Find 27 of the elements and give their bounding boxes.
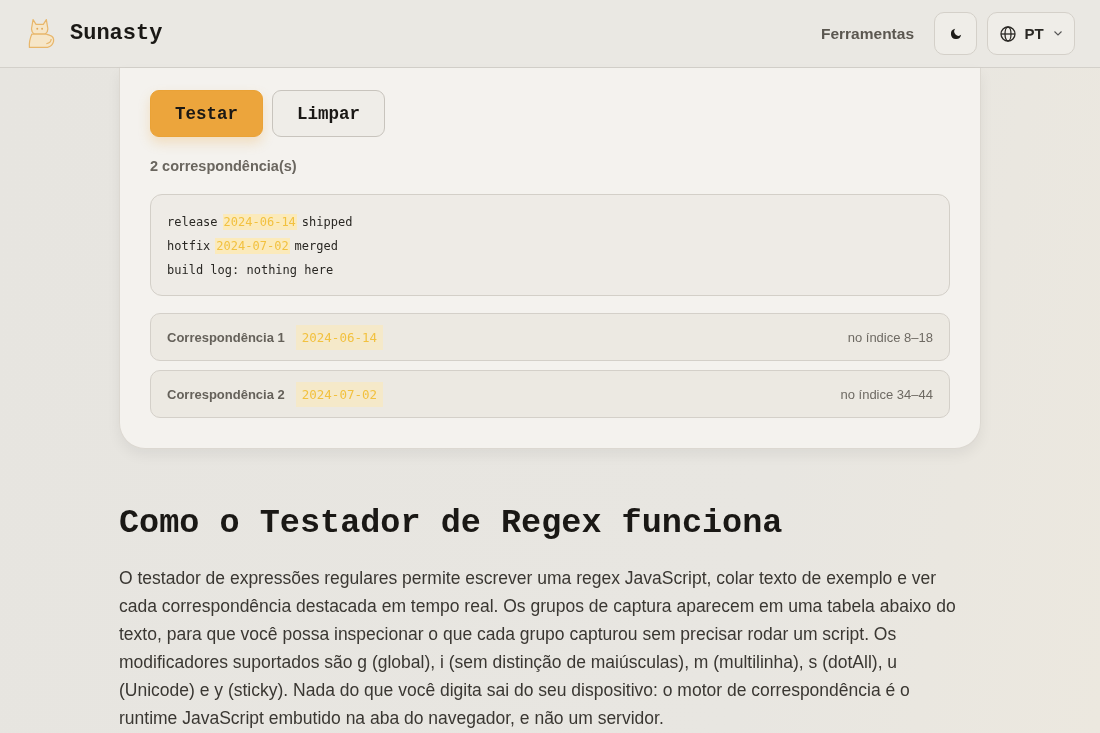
match-count: 2 correspondência(s) xyxy=(150,158,298,174)
match-highlight: 2024-06-14 xyxy=(222,214,297,230)
test-text-field[interactable]: release 2024-06-14 shipped hotfix 2024-07-02 merged build log: nothing here xyxy=(150,194,950,296)
code-text: hotfix xyxy=(167,239,211,253)
chevron-down-icon xyxy=(1053,31,1062,36)
match-highlight: 2024-07-02 xyxy=(215,238,290,254)
match-value: 2024-06-14 xyxy=(295,324,384,350)
code-text: release xyxy=(167,215,218,229)
match-label: Correspondência 1 xyxy=(167,329,285,345)
section-heading: Como o Testador de Regex funciona xyxy=(119,505,784,542)
match-index: no índice 34–44 xyxy=(840,386,933,402)
match-value: 2024-07-02 xyxy=(295,381,384,407)
clear-button[interactable]: Limpar xyxy=(272,90,385,137)
theme-toggle-button[interactable] xyxy=(934,12,977,55)
code-text: merged xyxy=(294,239,338,253)
moon-icon xyxy=(949,27,962,40)
match-label: Correspondência 2 xyxy=(167,386,285,402)
brand-name[interactable]: Sunasty xyxy=(70,21,163,46)
match-index: no índice 8–18 xyxy=(847,329,933,345)
code-text: shipped xyxy=(301,215,353,229)
cat-logo-icon xyxy=(28,19,55,48)
description-paragraph: O testador de expressões regulares permite escrever uma regex JavaScript, colar texto de exemplo e ver cada correspondência destacada em tempo real. Os grupos de captura aparecem em uma tabela abaixo do texto, para que você possa inspecionar o que cada grupo capturou sem precisar rodar um script. Os modificadores suportados são g (global), i (sem distinção de maiúsculas), m (multilinha), s (dotAll), u (Unicode) e y (sticky). Nada do que você digita sai do seu dispositivo: o motor de correspondência é o runtime JavaScript embutido na aba do navegador, e não um servidor. xyxy=(119,566,957,730)
code-text: build log: nothing here xyxy=(167,263,334,277)
tools-nav-link[interactable]: Ferramentas xyxy=(820,24,914,43)
globe-icon xyxy=(1000,25,1017,42)
test-button[interactable]: Testar xyxy=(150,90,263,137)
language-button[interactable]: PT xyxy=(987,12,1075,55)
